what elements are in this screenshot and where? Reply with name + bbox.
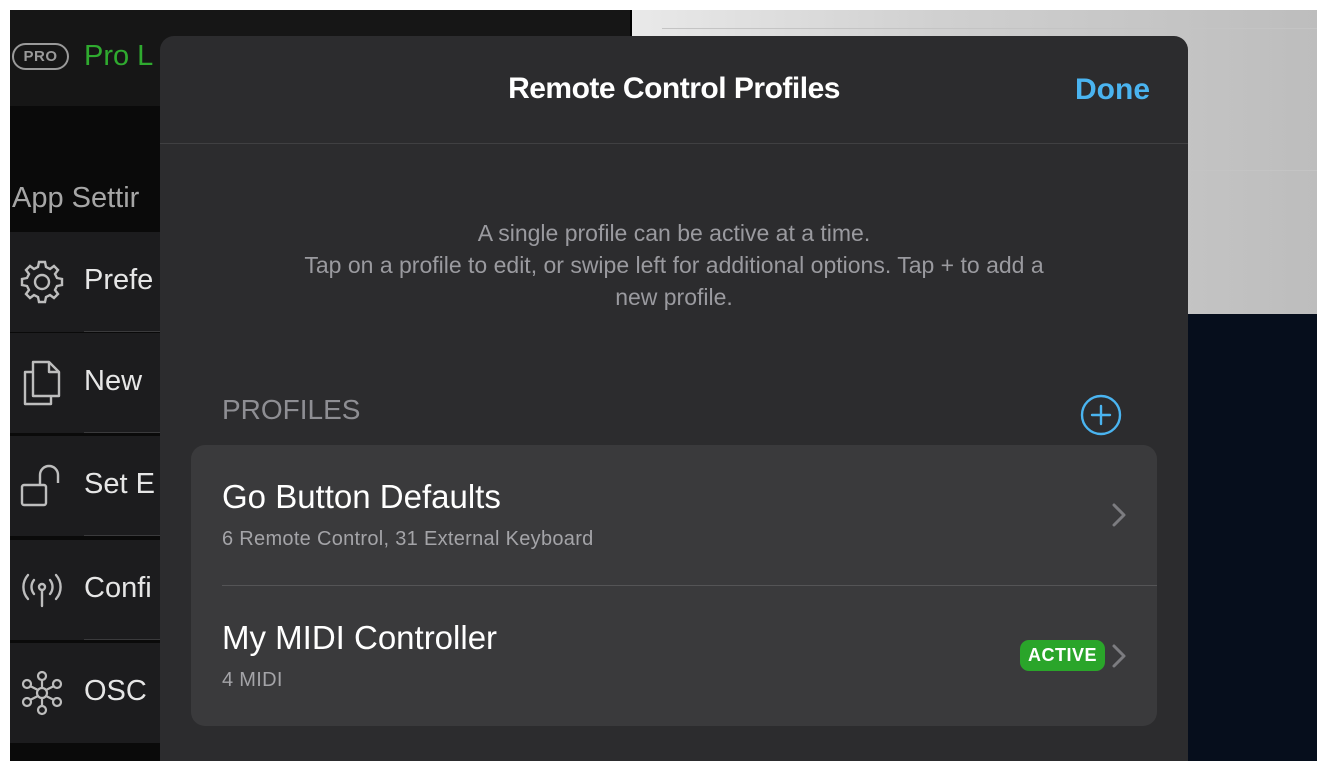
profile-name: My MIDI Controller [222, 619, 498, 656]
active-badge: ACTIVE [1019, 640, 1105, 671]
sheet-title: Remote Control Profiles [508, 72, 840, 105]
add-profile-button[interactable] [1080, 394, 1122, 436]
antenna-icon [16, 562, 68, 618]
description-line: Tap on a profile to edit, or swipe left … [304, 252, 1044, 278]
unlock-icon [16, 458, 68, 514]
pro-badge: PRO [12, 43, 69, 70]
chevron-right-icon [1112, 644, 1126, 668]
divider [662, 28, 1317, 29]
network-icon [16, 665, 68, 721]
sidebar-item-label: Prefe [84, 264, 154, 296]
profile-detail: 4 MIDI [222, 669, 283, 691]
profile-detail: 6 Remote Control, 31 External Keyboard [222, 528, 594, 550]
profile-name: Go Button Defaults [222, 478, 501, 515]
pro-label: Pro L [84, 40, 154, 72]
done-button[interactable]: Done [1075, 73, 1150, 107]
sheet-header: Remote Control Profiles Done [160, 36, 1188, 144]
profile-row-my-midi-controller[interactable]: My MIDI Controller 4 MIDI ACTIVE [191, 586, 1157, 726]
copy-document-icon [16, 355, 68, 411]
chevron-right-icon [1112, 503, 1126, 527]
profiles-list: Go Button Defaults 6 Remote Control, 31 … [191, 445, 1157, 726]
sidebar-item-label: Confi [84, 572, 152, 604]
sidebar-item-label: Set E [84, 468, 155, 500]
profiles-section-header: PROFILES [222, 394, 361, 425]
profile-row-go-button-defaults[interactable]: Go Button Defaults 6 Remote Control, 31 … [191, 445, 1157, 585]
sheet-description: A single profile can be active at a time… [220, 217, 1128, 313]
sidebar-item-label: New [84, 365, 143, 397]
app-screen: PRO Pro L App Settir Prefe New Set E Con… [10, 10, 1317, 761]
app-settings-heading: App Settir [12, 182, 140, 214]
description-line: A single profile can be active at a time… [477, 220, 871, 246]
description-line: new profile. [615, 284, 733, 310]
plus-circle-icon [1080, 394, 1122, 436]
gear-icon [16, 254, 68, 310]
sidebar-item-label: OSC [84, 675, 147, 707]
remote-control-profiles-sheet: Remote Control Profiles Done A single pr… [160, 36, 1188, 761]
